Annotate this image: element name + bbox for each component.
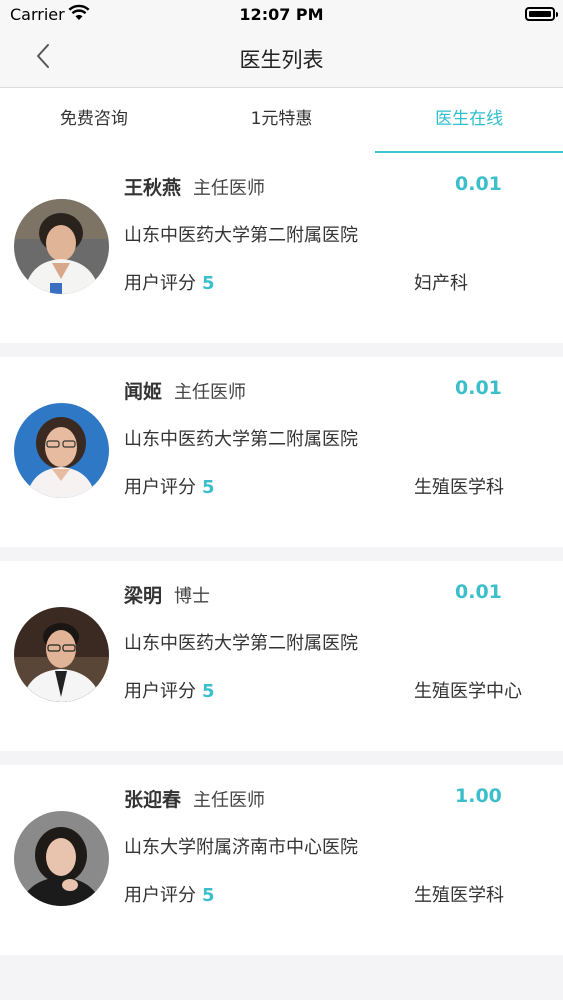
department: 生殖医学科 [414, 477, 504, 498]
tab-doctors-online[interactable]: 医生在线 [375, 88, 563, 155]
rating-label: 用户评分 [124, 681, 196, 702]
doctor-avatar [14, 403, 109, 498]
rating-score: 5 [202, 885, 215, 906]
rating-score: 5 [202, 273, 215, 294]
consult-price: 0.01 [455, 377, 502, 399]
doctor-name: 闻姬 主任医师 [124, 377, 246, 404]
doctor-title: 博士 [174, 586, 211, 607]
rating-score: 5 [202, 477, 215, 498]
doctor-name-text: 张迎春 [124, 789, 182, 811]
doctor-avatar [14, 607, 109, 702]
doctor-name-text: 梁明 [124, 585, 163, 607]
department: 生殖医学中心 [414, 681, 522, 702]
user-rating: 用户评分 5 [124, 269, 215, 295]
user-rating: 用户评分 5 [124, 677, 215, 703]
tab-one-yuan-deal[interactable]: 1元特惠 [188, 88, 376, 153]
doctor-title: 主任医师 [193, 178, 266, 199]
hospital-name: 山东中医药大学第二附属医院 [124, 633, 358, 654]
tab-label: 医生在线 [435, 109, 504, 129]
hospital-name: 山东中医药大学第二附属医院 [124, 429, 358, 450]
consult-price: 0.01 [455, 173, 502, 195]
hospital-name: 山东中医药大学第二附属医院 [124, 225, 358, 246]
doctor-avatar [14, 199, 109, 294]
rating-label: 用户评分 [124, 885, 196, 906]
consult-price: 0.01 [455, 581, 502, 603]
department: 生殖医学科 [414, 885, 504, 906]
department: 妇产科 [414, 273, 468, 294]
user-rating: 用户评分 5 [124, 881, 215, 907]
doctor-avatar [14, 811, 109, 906]
battery-icon [525, 7, 558, 21]
tab-free-consult[interactable]: 免费咨询 [0, 88, 188, 153]
navigation-bar: 医生列表 [0, 30, 563, 88]
doctor-name: 梁明 博士 [124, 581, 210, 608]
doctor-title: 主任医师 [193, 790, 266, 811]
doctor-name: 王秋燕 主任医师 [124, 173, 265, 200]
tab-bar: 免费咨询 1元特惠 医生在线 [0, 88, 563, 155]
tab-label: 1元特惠 [250, 109, 313, 129]
rating-label: 用户评分 [124, 477, 196, 498]
consult-price: 1.00 [455, 785, 502, 807]
doctor-name-text: 王秋燕 [124, 177, 182, 199]
doctor-card[interactable]: 王秋燕 主任医师 0.01 山东中医药大学第二附属医院 用户评分 5 妇产科 [0, 153, 563, 343]
doctor-name: 张迎春 主任医师 [124, 785, 265, 812]
user-rating: 用户评分 5 [124, 473, 215, 499]
status-bar: Carrier 12:07 PM [0, 0, 563, 30]
doctor-card[interactable]: 闻姬 主任医师 0.01 山东中医药大学第二附属医院 用户评分 5 生殖医学科 [0, 357, 563, 547]
hospital-name: 山东大学附属济南市中心医院 [124, 837, 358, 858]
tab-label: 免费咨询 [59, 109, 128, 129]
page-title: 医生列表 [239, 48, 324, 72]
doctor-title: 主任医师 [174, 382, 247, 403]
doctor-name-text: 闻姬 [124, 381, 163, 403]
rating-label: 用户评分 [124, 273, 196, 294]
doctor-card[interactable]: 张迎春 主任医师 1.00 山东大学附属济南市中心医院 用户评分 5 生殖医学科 [0, 765, 563, 955]
clock: 12:07 PM [239, 5, 324, 24]
doctor-card[interactable]: 梁明 博士 0.01 山东中医药大学第二附属医院 用户评分 5 生殖医学中心 [0, 561, 563, 751]
rating-score: 5 [202, 681, 215, 702]
